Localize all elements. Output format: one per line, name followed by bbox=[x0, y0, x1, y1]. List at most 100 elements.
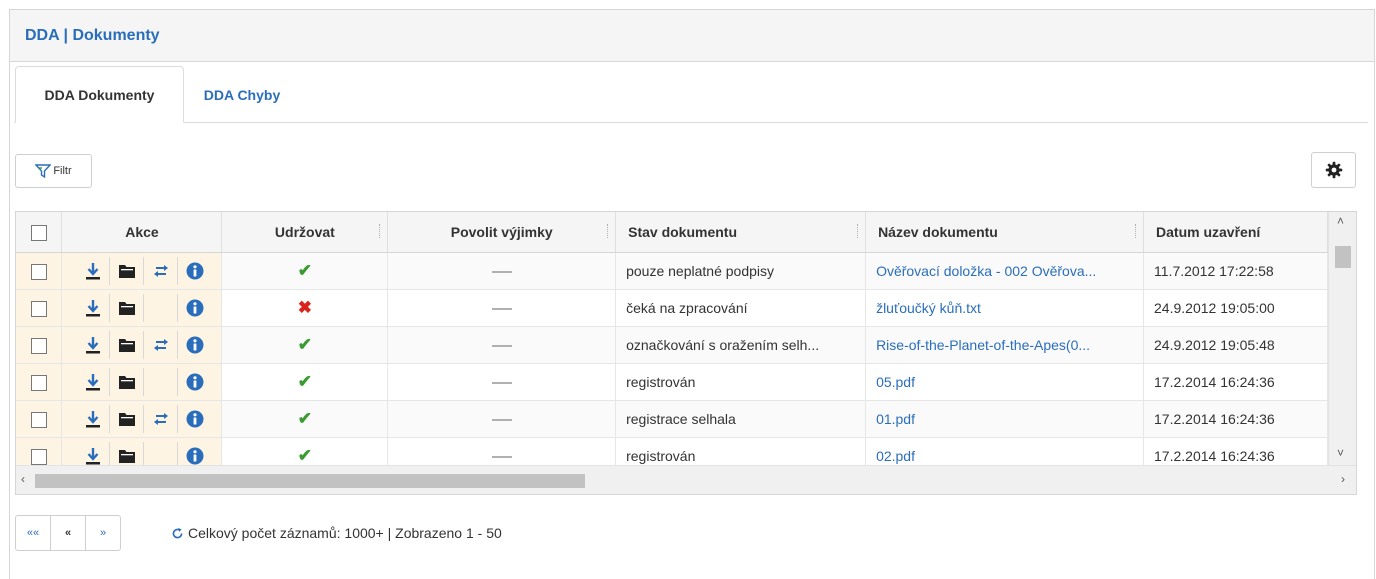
row-checkbox[interactable] bbox=[30, 411, 47, 428]
transfer-icon[interactable] bbox=[152, 411, 170, 427]
scroll-up-icon[interactable]: ˄ bbox=[1337, 214, 1344, 228]
cell-datum-uzavreni: 24.9.2012 19:05:48 bbox=[1143, 326, 1328, 364]
cell-povolit-vyjimky bbox=[387, 400, 617, 438]
pagination: «« « » bbox=[15, 515, 121, 551]
row-checkbox-cell[interactable] bbox=[16, 289, 63, 327]
cell-datum-uzavreni: 17.2.2014 16:24:36 bbox=[1143, 400, 1328, 438]
folder-icon[interactable] bbox=[118, 448, 136, 464]
documents-table: Akce Udržovat Povolit výjimky Stav dokum… bbox=[16, 212, 1328, 465]
cell-udrzovat: ✔ bbox=[221, 437, 389, 465]
cell-nazev-dokumentu-link[interactable]: Rise-of-the-Planet-of-the-Apes(0... bbox=[865, 326, 1145, 364]
info-icon[interactable] bbox=[186, 262, 204, 280]
check-icon: ✔ bbox=[297, 372, 312, 391]
row-actions bbox=[61, 400, 223, 438]
row-checkbox[interactable] bbox=[30, 374, 47, 391]
row-actions bbox=[61, 326, 223, 364]
row-checkbox-cell[interactable] bbox=[16, 363, 63, 401]
row-checkbox-cell[interactable] bbox=[16, 437, 63, 465]
table-row[interactable]: ✔ označkování s oražením selh... Rise-of-t… bbox=[16, 326, 1328, 364]
vertical-scroll-thumb[interactable] bbox=[1335, 246, 1351, 268]
cell-udrzovat: ✔ bbox=[221, 326, 389, 364]
row-checkbox[interactable] bbox=[30, 337, 47, 354]
download-icon[interactable] bbox=[85, 410, 101, 428]
download-icon[interactable] bbox=[85, 373, 101, 391]
horizontal-scroll-thumb[interactable] bbox=[35, 474, 585, 488]
cell-povolit-vyjimky bbox=[387, 289, 617, 327]
select-all-checkbox[interactable] bbox=[30, 224, 47, 241]
info-icon[interactable] bbox=[186, 373, 204, 391]
column-header-datum-uzavreni[interactable]: Datum uzavření bbox=[1143, 212, 1328, 253]
transfer-icon[interactable] bbox=[152, 263, 170, 279]
gear-icon bbox=[1325, 161, 1342, 179]
cell-stav-dokumentu: označkování s oražením selh... bbox=[615, 326, 867, 364]
vertical-scrollbar[interactable]: ˄ ˅ bbox=[1328, 212, 1356, 465]
tab-bar: DDA Dokumenty DDA Chyby bbox=[14, 66, 1368, 123]
folder-icon[interactable] bbox=[118, 263, 136, 279]
column-header-akce[interactable]: Akce bbox=[61, 212, 223, 253]
folder-icon[interactable] bbox=[118, 300, 136, 316]
info-icon[interactable] bbox=[186, 447, 204, 465]
cell-nazev-dokumentu-link[interactable]: 05.pdf bbox=[865, 363, 1145, 401]
column-header-povolit-vyjimky[interactable]: Povolit výjimky bbox=[387, 212, 617, 253]
cell-nazev-dokumentu-link[interactable]: Ověřovací doložka - 002 Ověřova... bbox=[865, 252, 1145, 290]
dash-icon bbox=[491, 456, 512, 459]
scroll-right-icon[interactable]: › bbox=[1341, 472, 1345, 486]
settings-button[interactable] bbox=[1311, 152, 1356, 188]
table-row[interactable]: ✖ čeká na zpracování žluťoučký kůň.txt 24.9… bbox=[16, 289, 1328, 327]
download-icon[interactable] bbox=[85, 447, 101, 465]
folder-icon[interactable] bbox=[118, 411, 136, 427]
folder-icon[interactable] bbox=[118, 337, 136, 353]
record-count-text: Celkový počet záznamů: 1000+ | Zobrazeno… bbox=[188, 525, 502, 541]
row-checkbox-cell[interactable] bbox=[16, 400, 63, 438]
row-checkbox-cell[interactable] bbox=[16, 326, 63, 364]
prev-page-button[interactable]: « bbox=[50, 515, 86, 551]
cell-stav-dokumentu: registrován bbox=[615, 437, 867, 465]
row-checkbox[interactable] bbox=[30, 263, 47, 280]
info-icon[interactable] bbox=[186, 336, 204, 354]
row-actions bbox=[61, 437, 223, 465]
table-row[interactable]: ✔ registrován 05.pdf 17.2.2014 16:24:36 bbox=[16, 363, 1328, 401]
download-icon[interactable] bbox=[85, 262, 101, 280]
first-page-button[interactable]: «« bbox=[15, 515, 51, 551]
tab-dda-chyby[interactable]: DDA Chyby bbox=[184, 66, 300, 123]
cell-udrzovat: ✖ bbox=[221, 289, 389, 327]
panel-title: DDA | Dokumenty bbox=[25, 26, 160, 44]
cell-nazev-dokumentu-link[interactable]: 02.pdf bbox=[865, 437, 1145, 465]
info-icon[interactable] bbox=[186, 299, 204, 317]
check-icon: ✔ bbox=[297, 409, 312, 428]
cell-stav-dokumentu: registrován bbox=[615, 363, 867, 401]
column-header-udrzovat[interactable]: Udržovat bbox=[221, 212, 389, 253]
info-icon[interactable] bbox=[186, 410, 204, 428]
cell-datum-uzavreni: 11.7.2012 17:22:58 bbox=[1143, 252, 1328, 290]
table-row[interactable]: ✔ registrace selhala 01.pdf 17.2.2014 16:24… bbox=[16, 400, 1328, 438]
column-header-datum-label: Datum uzavření bbox=[1156, 224, 1261, 240]
refresh-icon[interactable] bbox=[171, 527, 184, 540]
column-header-nazev-dokumentu[interactable]: Název dokumentu bbox=[865, 212, 1145, 253]
column-header-stav-dokumentu[interactable]: Stav dokumentu bbox=[615, 212, 867, 253]
column-header-udrzovat-label: Udržovat bbox=[274, 224, 335, 240]
tab-dda-dokumenty[interactable]: DDA Dokumenty bbox=[15, 66, 184, 123]
filter-button[interactable]: Filtr bbox=[15, 154, 92, 188]
row-checkbox[interactable] bbox=[30, 448, 47, 465]
select-all-checkbox-cell[interactable] bbox=[16, 212, 63, 253]
cell-udrzovat: ✔ bbox=[221, 400, 389, 438]
cell-nazev-dokumentu-link[interactable]: 01.pdf bbox=[865, 400, 1145, 438]
cell-udrzovat: ✔ bbox=[221, 363, 389, 401]
row-checkbox[interactable] bbox=[30, 300, 47, 317]
row-checkbox-cell[interactable] bbox=[16, 252, 63, 290]
column-header-nazev-label: Název dokumentu bbox=[878, 224, 998, 240]
table-row[interactable]: ✔ pouze neplatné podpisy Ověřovací doložka… bbox=[16, 252, 1328, 290]
row-actions bbox=[61, 252, 223, 290]
scroll-left-icon[interactable]: ‹ bbox=[21, 472, 25, 486]
download-icon[interactable] bbox=[85, 299, 101, 317]
next-page-button[interactable]: » bbox=[85, 515, 121, 551]
transfer-icon[interactable] bbox=[152, 337, 170, 353]
cell-povolit-vyjimky bbox=[387, 252, 617, 290]
horizontal-scrollbar[interactable]: ‹ › bbox=[16, 465, 1356, 494]
download-icon[interactable] bbox=[85, 336, 101, 354]
cell-stav-dokumentu: registrace selhala bbox=[615, 400, 867, 438]
folder-icon[interactable] bbox=[118, 374, 136, 390]
cell-nazev-dokumentu-link[interactable]: žluťoučký kůň.txt bbox=[865, 289, 1145, 327]
scroll-down-icon[interactable]: ˅ bbox=[1337, 446, 1344, 460]
table-row[interactable]: ✔ registrován 02.pdf 17.2.2014 16:24:36 bbox=[16, 437, 1328, 465]
